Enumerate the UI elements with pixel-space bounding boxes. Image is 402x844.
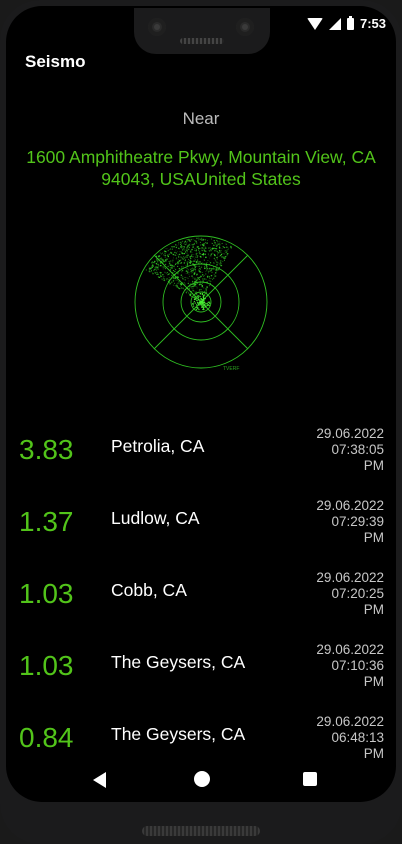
status-bar: 7:53 — [306, 15, 386, 31]
bottom-speaker — [142, 826, 260, 836]
quake-date: 29.06.2022 — [316, 498, 384, 513]
home-button[interactable] — [194, 771, 210, 787]
quake-magnitude: 0.84 — [19, 722, 74, 753]
quake-timestamp: 29.06.2022 07:10:36 PM — [274, 642, 384, 690]
quake-ampm: PM — [363, 674, 384, 689]
quake-date: 29.06.2022 — [316, 570, 384, 585]
quake-ampm: PM — [363, 458, 384, 473]
quake-magnitude: 3.83 — [19, 434, 74, 465]
radar-display — [134, 235, 268, 369]
quake-date: 29.06.2022 — [316, 426, 384, 441]
quake-timestamp: 29.06.2022 07:38:05 PM — [274, 426, 384, 474]
quake-time: 06:48:13 — [331, 730, 384, 745]
quake-place: The Geysers, CA — [111, 724, 246, 744]
camera-icon — [148, 18, 166, 36]
earpiece-speaker — [180, 38, 224, 44]
quake-place: Petrolia, CA — [111, 436, 205, 456]
quake-row[interactable]: 1.03 The Geysers, CA 29.06.2022 07:10:36… — [0, 634, 402, 706]
wifi-icon — [306, 17, 323, 30]
camera-icon — [236, 18, 254, 36]
quake-place: The Geysers, CA — [111, 652, 246, 672]
quake-time: 07:20:25 — [331, 586, 384, 601]
quake-row[interactable]: 1.03 Cobb, CA 29.06.2022 07:20:25 PM — [0, 562, 402, 634]
quake-date: 29.06.2022 — [316, 714, 384, 729]
quake-place: Ludlow, CA — [111, 508, 200, 528]
quake-magnitude: 1.03 — [19, 650, 74, 681]
location-heading: Near — [182, 109, 220, 128]
battery-icon — [346, 15, 354, 30]
radar-sweep — [145, 237, 232, 311]
app-title: Seismo — [25, 52, 86, 71]
location-address[interactable]: 1600 Amphitheatre Pkwy, Mountain View, C… — [20, 146, 382, 190]
quake-row[interactable]: 1.37 Ludlow, CA 29.06.2022 07:29:39 PM — [0, 490, 402, 562]
quake-ampm: PM — [363, 602, 384, 617]
quake-time: 07:38:05 — [331, 442, 384, 457]
quake-place: Cobb, CA — [111, 580, 187, 600]
recents-button[interactable] — [303, 772, 317, 786]
quake-magnitude: 1.37 — [19, 506, 74, 537]
radar-label: TVERF — [223, 366, 240, 372]
quake-timestamp: 29.06.2022 07:29:39 PM — [274, 498, 384, 546]
status-time: 7:53 — [359, 16, 386, 31]
quake-time: 07:10:36 — [331, 658, 384, 673]
quake-timestamp: 29.06.2022 07:20:25 PM — [274, 570, 384, 618]
signal-icon — [328, 17, 341, 30]
back-button[interactable] — [93, 772, 106, 788]
quake-date: 29.06.2022 — [316, 642, 384, 657]
quake-row[interactable]: 3.83 Petrolia, CA 29.06.2022 07:38:05 PM — [0, 418, 402, 490]
quake-time: 07:29:39 — [331, 514, 384, 529]
system-nav-bar — [6, 752, 396, 802]
quake-ampm: PM — [363, 530, 384, 545]
quake-magnitude: 1.03 — [19, 578, 74, 609]
